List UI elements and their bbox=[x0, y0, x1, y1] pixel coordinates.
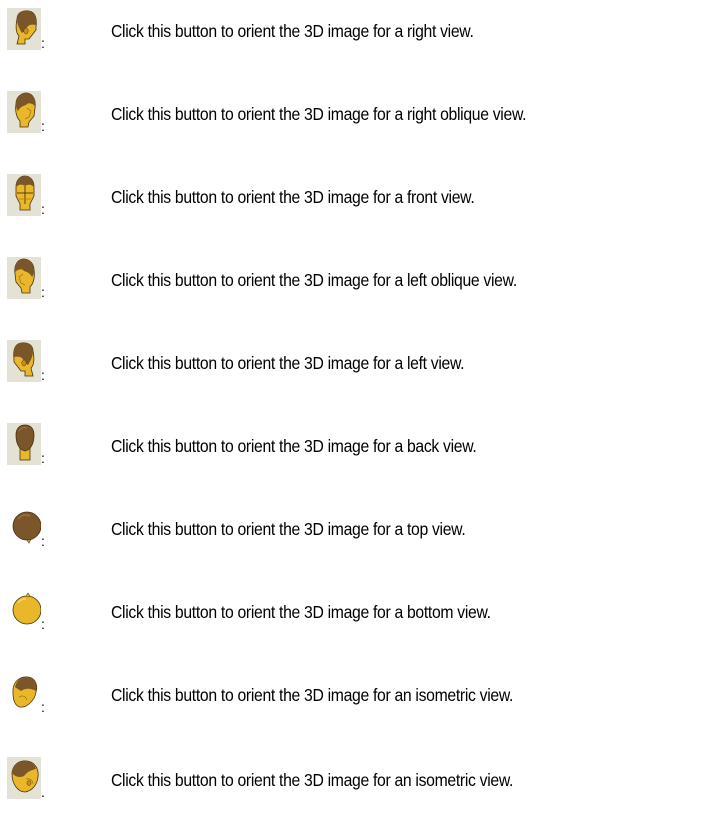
head-isometric-view-icon bbox=[7, 672, 41, 714]
separator: : bbox=[41, 533, 45, 549]
back-view-button[interactable] bbox=[7, 423, 41, 465]
head-right-view-icon bbox=[7, 8, 41, 50]
view-description: Click this button to orient the 3D image… bbox=[111, 770, 514, 790]
right-oblique-view-button[interactable] bbox=[7, 91, 41, 133]
view-description: Click this button to orient the 3D image… bbox=[111, 436, 477, 456]
head-top-view-icon bbox=[7, 506, 41, 548]
view-description: Click this button to orient the 3D image… bbox=[111, 353, 465, 373]
left-view-button[interactable] bbox=[7, 340, 41, 382]
view-row-front: : Click this button to orient the 3D ima… bbox=[0, 174, 716, 234]
head-isometric-view-alt-icon bbox=[7, 757, 41, 799]
left-oblique-view-button[interactable] bbox=[7, 257, 41, 299]
view-description: Click this button to orient the 3D image… bbox=[111, 104, 527, 124]
head-right-oblique-view-icon bbox=[7, 91, 41, 133]
separator: : bbox=[41, 118, 45, 134]
view-orientation-list: : Click this button to orient the 3D ima… bbox=[0, 0, 716, 837]
separator: : bbox=[41, 367, 45, 383]
separator: . bbox=[41, 784, 45, 800]
top-view-button[interactable] bbox=[7, 506, 41, 548]
view-row-left: : Click this button to orient the 3D ima… bbox=[0, 340, 716, 400]
right-view-button[interactable] bbox=[7, 8, 41, 50]
view-description: Click this button to orient the 3D image… bbox=[111, 519, 466, 539]
bottom-view-button[interactable] bbox=[7, 589, 41, 631]
head-front-view-icon bbox=[7, 174, 41, 216]
view-row-right: : Click this button to orient the 3D ima… bbox=[0, 8, 716, 68]
head-bottom-view-icon bbox=[7, 589, 41, 631]
view-row-left-oblique: : Click this button to orient the 3D ima… bbox=[0, 257, 716, 317]
head-left-oblique-view-icon bbox=[7, 257, 41, 299]
isometric-view-alt-button[interactable] bbox=[7, 757, 41, 799]
view-description: Click this button to orient the 3D image… bbox=[111, 187, 475, 207]
separator: : bbox=[41, 201, 45, 217]
view-row-back: : Click this button to orient the 3D ima… bbox=[0, 423, 716, 483]
view-row-right-oblique: : Click this button to orient the 3D ima… bbox=[0, 91, 716, 151]
separator: : bbox=[41, 284, 45, 300]
head-left-view-icon bbox=[7, 340, 41, 382]
view-description: Click this button to orient the 3D image… bbox=[111, 602, 491, 622]
separator: : bbox=[41, 450, 45, 466]
front-view-button[interactable] bbox=[7, 174, 41, 216]
separator: : bbox=[41, 616, 45, 632]
view-row-bottom: : Click this button to orient the 3D ima… bbox=[0, 589, 716, 649]
view-row-top: : Click this button to orient the 3D ima… bbox=[0, 506, 716, 566]
view-description: Click this button to orient the 3D image… bbox=[111, 21, 474, 41]
view-row-isometric: : Click this button to orient the 3D ima… bbox=[0, 672, 716, 732]
view-row-isometric-alt: . Click this button to orient the 3D ima… bbox=[0, 757, 716, 817]
head-back-view-icon bbox=[7, 423, 41, 465]
view-description: Click this button to orient the 3D image… bbox=[111, 685, 514, 705]
separator: : bbox=[41, 35, 45, 51]
separator: : bbox=[41, 699, 45, 715]
view-description: Click this button to orient the 3D image… bbox=[111, 270, 517, 290]
isometric-view-button[interactable] bbox=[7, 672, 41, 714]
